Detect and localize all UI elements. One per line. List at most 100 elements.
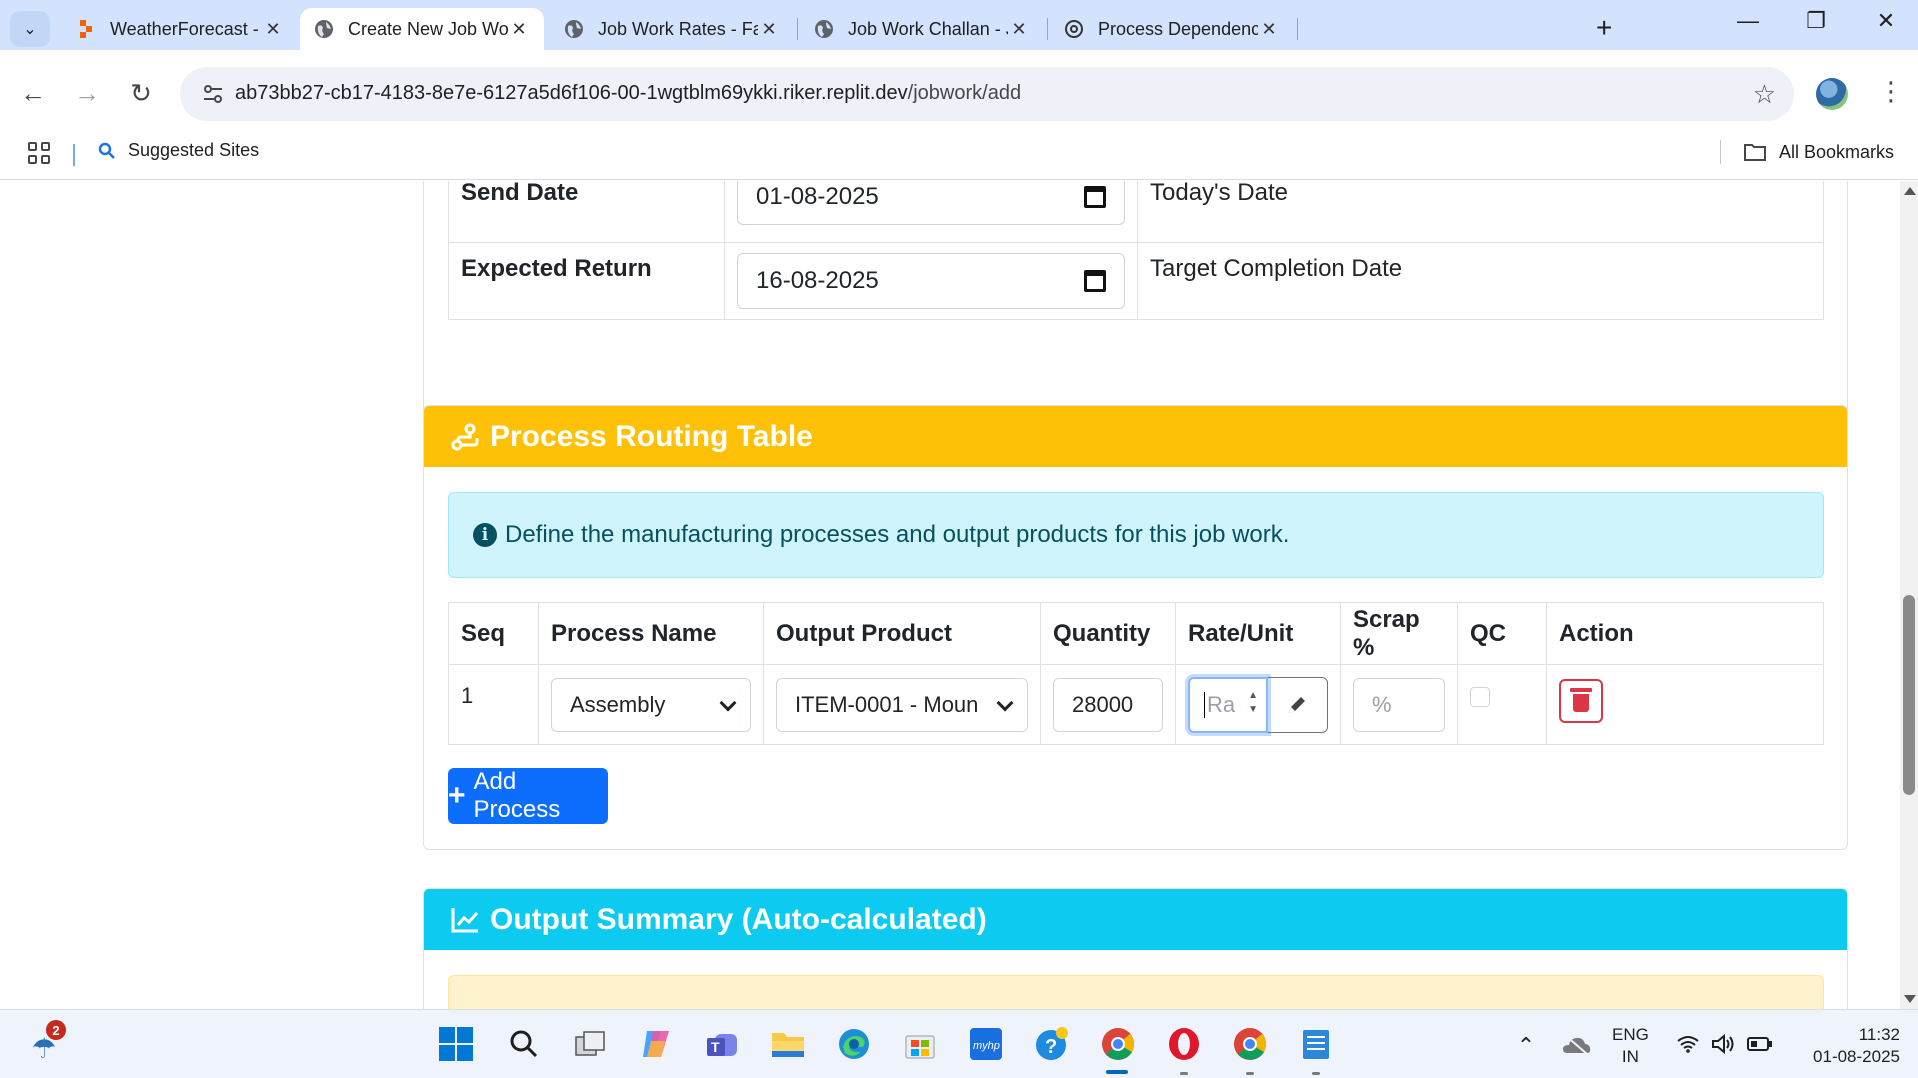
replit-icon [76,19,96,39]
language-indicator[interactable]: ENG IN [1612,1024,1649,1068]
search-icon[interactable] [506,1026,542,1062]
send-date-input[interactable]: 01-08-2025 [737,181,1125,225]
product-cell: ITEM-0001 - Mounted [763,664,1041,745]
tab-search-button[interactable]: ⌄ [10,11,50,47]
volume-icon[interactable] [1706,1026,1742,1062]
quantity-input[interactable]: 28000 [1052,677,1163,732]
edit-rate-button[interactable] [1267,676,1328,733]
chrome-icon[interactable] [1100,1026,1136,1062]
close-icon[interactable]: ✕ [1258,19,1280,40]
scrap-input[interactable]: % [1352,677,1445,732]
col-rate-unit: Rate/Unit [1174,602,1341,665]
scroll-up-icon[interactable] [1904,187,1916,195]
plus-icon: + [448,779,466,812]
qc-checkbox[interactable] [1469,686,1490,707]
send-date-cell: 01-08-2025 [724,181,1138,243]
help-icon[interactable]: ? [1034,1026,1070,1062]
edge-icon[interactable] [836,1026,872,1062]
clock[interactable]: 11:32 01-08-2025 [1790,1024,1900,1068]
wifi-icon[interactable] [1670,1026,1706,1062]
notepad-icon[interactable] [1298,1026,1334,1062]
process-select[interactable]: Assembly [551,677,751,732]
address-bar[interactable]: ab73bb27-cb17-4183-8e7e-6127a5d6f106-00-… [180,67,1794,121]
url-text[interactable]: ab73bb27-cb17-4183-8e7e-6127a5d6f106-00-… [235,82,1021,105]
delete-row-button[interactable] [1558,678,1603,723]
add-process-button[interactable]: + Add Process [448,768,608,824]
myhp-icon[interactable]: myhp [968,1026,1004,1062]
forward-button[interactable]: → [70,78,104,109]
table-row: 1 Assembly ITEM-0001 - Mounted 28000 Ra … [448,664,1825,745]
info-icon: i [473,523,497,547]
new-tab-button[interactable]: + [1596,12,1612,44]
battery-icon[interactable] [1742,1026,1778,1062]
running-app-indicator [1246,1072,1254,1075]
minimize-button[interactable]: — [1728,8,1768,34]
col-scrap: Scrap % [1339,602,1458,665]
windows-logo-icon [439,1027,473,1061]
show-hidden-icons-chevron[interactable]: ⌃ [1508,1028,1544,1064]
windows-taskbar: ☂ 2 T myhp ? ⌃ ENG IN 11:32 01-08-2025 [0,1009,1918,1078]
copilot-icon[interactable] [638,1026,674,1062]
calendar-icon[interactable] [1084,186,1106,208]
tab-process-dependencies[interactable]: Process Dependencies O ✕ [1050,8,1294,50]
trash-icon [1569,687,1592,712]
apps-grid-icon[interactable] [28,142,50,164]
start-button[interactable] [438,1026,474,1062]
tab-weatherforecast[interactable]: WeatherForecast - Replit ✕ [62,8,298,50]
bookmark-star-icon[interactable]: ☆ [1753,79,1776,110]
chrome-icon[interactable] [1232,1026,1268,1062]
close-icon[interactable]: ✕ [1008,19,1030,40]
expected-return-input[interactable]: 16-08-2025 [737,252,1125,309]
close-icon[interactable]: ✕ [262,19,284,40]
close-icon[interactable]: ✕ [758,19,780,40]
reload-icon: ↻ [130,78,152,108]
tab-create-job-work[interactable]: Create New Job Work - F ✕ [300,8,544,50]
output-summary-title: Output Summary (Auto-calculated) [490,902,987,936]
scrollbar-thumb[interactable] [1903,595,1915,795]
tab-job-work-rates[interactable]: Job Work Rates - Factory ✕ [550,8,794,50]
active-app-indicator [1106,1070,1128,1074]
rate-input-group: Ra ▲ ▼ [1187,676,1328,733]
microsoft-store-icon[interactable] [902,1026,938,1062]
globe-icon [314,19,334,39]
back-button[interactable]: ← [16,78,50,109]
bookmarks-bar: Suggested Sites All Bookmarks [0,130,1918,180]
bookmark-suggested-sites[interactable]: Suggested Sites [98,140,259,161]
bookmark-separator [73,144,75,166]
reload-button[interactable]: ↻ [124,78,158,109]
profile-avatar[interactable] [1816,78,1848,110]
restore-button[interactable]: ❐ [1796,8,1836,34]
page-scrollbar[interactable] [1900,181,1918,1009]
site-info-icon[interactable] [200,81,226,107]
close-icon[interactable]: ✕ [508,19,530,40]
svg-text:?: ? [1045,1036,1057,1058]
number-spinner-icon[interactable]: ▲ ▼ [1248,689,1258,717]
scrap-cell: % [1339,664,1458,745]
close-window-button[interactable]: ✕ [1866,8,1906,34]
seq-cell: 1 [448,664,539,745]
all-bookmarks-button[interactable]: All Bookmarks [1720,140,1894,164]
file-explorer-icon[interactable] [770,1026,806,1062]
globe-icon [564,19,584,39]
browser-tab-bar: ⌄ WeatherForecast - Replit ✕ Create New … [0,0,1918,50]
teams-icon[interactable]: T [704,1026,740,1062]
output-product-select[interactable]: ITEM-0001 - Mounted [776,677,1028,732]
scroll-down-icon[interactable] [1904,995,1916,1003]
info-alert: i Define the manufacturing processes and… [448,492,1824,578]
route-icon [451,423,479,450]
opera-icon[interactable] [1166,1026,1202,1062]
table-row: Expected Return 16-08-2025 Target Comple… [448,242,1824,320]
routing-table: Seq Process Name Output Product Quantity… [448,602,1825,745]
rate-input[interactable]: Ra ▲ ▼ [1187,676,1268,733]
task-view-icon[interactable] [572,1026,608,1062]
onedrive-icon[interactable] [1558,1026,1594,1062]
process-routing-header: Process Routing Table [424,406,1847,467]
summary-alert [448,975,1824,1009]
arrow-left-icon: ← [20,78,46,108]
calendar-icon[interactable] [1084,269,1106,292]
menu-kebab-icon[interactable]: ⋮ [1878,76,1904,107]
notification-badge: 2 [46,1020,66,1040]
tab-job-work-challan[interactable]: Job Work Challan - JOB-2 ✕ [800,8,1044,50]
svg-text:T: T [711,1039,720,1055]
process-routing-title: Process Routing Table [490,419,813,453]
